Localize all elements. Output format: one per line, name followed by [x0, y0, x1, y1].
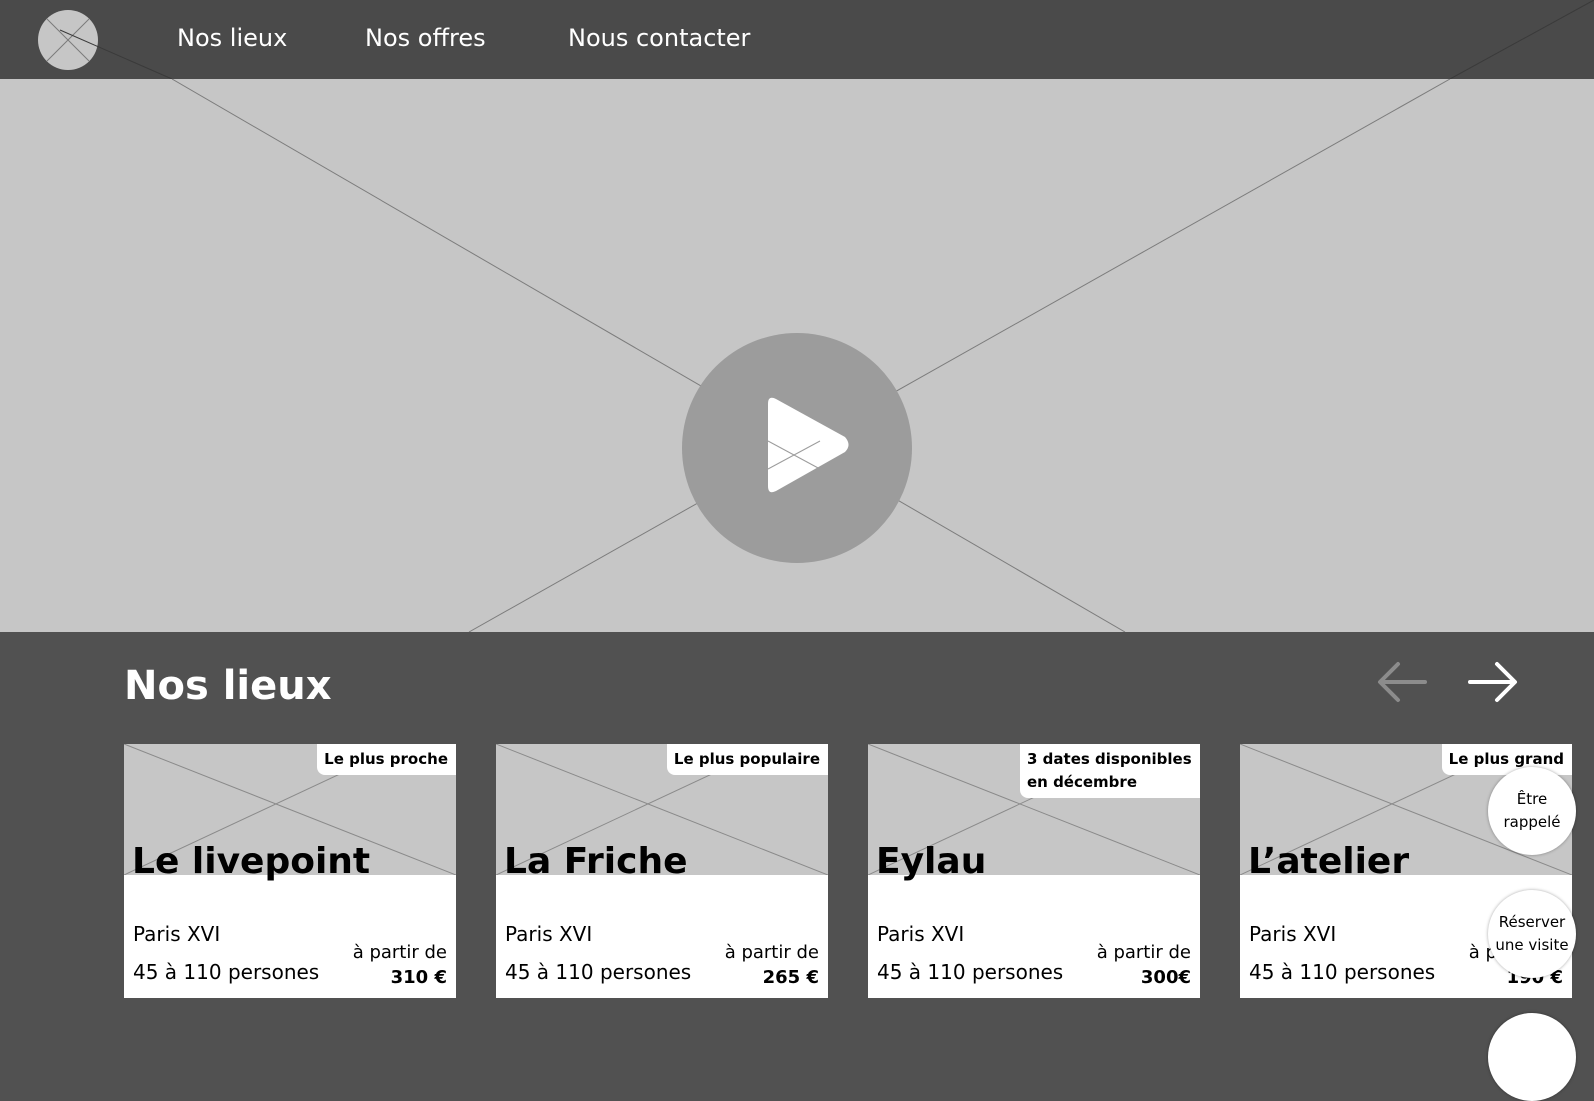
venue-capacity: 45 à 110 persones — [877, 960, 1064, 984]
venue-price: 310 € — [390, 967, 447, 988]
callback-request-label: Être rappelé — [1503, 790, 1561, 831]
venue-name: La Friche — [504, 841, 688, 882]
venue-badge: 3 dates disponibles en décembre — [1020, 744, 1200, 798]
venue-capacity: 45 à 110 persones — [133, 960, 320, 984]
floating-action-button[interactable] — [1488, 1013, 1576, 1101]
venue-price-prefix: à partir de — [724, 942, 819, 963]
logo-placeholder-icon[interactable] — [38, 10, 98, 70]
arrow-right-icon — [1468, 662, 1517, 702]
venue-card[interactable]: Le plus populaire La Friche Paris XVI 45… — [496, 744, 828, 998]
hero-video-placeholder — [0, 79, 1594, 632]
venue-name: Le livepoint — [132, 841, 371, 882]
venue-card[interactable]: 3 dates disponibles en décembre Eylau Pa… — [868, 744, 1200, 998]
section-title: Nos lieux — [124, 663, 332, 709]
book-visit-button[interactable]: Réserver une visite — [1488, 890, 1576, 978]
venue-badge: Le plus grand — [1441, 744, 1572, 775]
venue-card[interactable]: Le plus proche Le livepoint Paris XVI 45… — [124, 744, 456, 998]
play-icon — [767, 397, 849, 493]
callback-request-button[interactable]: Être rappelé — [1488, 767, 1576, 855]
venue-city: Paris XVI — [133, 922, 221, 946]
venue-name: Eylau — [876, 841, 987, 882]
carousel-prev-button[interactable] — [1374, 658, 1430, 706]
play-button[interactable] — [682, 333, 912, 563]
venue-city: Paris XVI — [1249, 922, 1337, 946]
venue-capacity: 45 à 110 persones — [505, 960, 692, 984]
venue-price: 300€ — [1140, 967, 1191, 988]
venue-price-prefix: à partir de — [1096, 942, 1191, 963]
venue-name: L’atelier — [1248, 841, 1410, 882]
carousel-next-button[interactable] — [1465, 658, 1521, 706]
venue-badge: Le plus proche — [317, 744, 456, 775]
venue-city: Paris XVI — [877, 922, 965, 946]
venue-price-prefix: à partir de — [352, 942, 447, 963]
top-navigation-bar: Nos lieux Nos offres Nous contacter — [0, 0, 1594, 79]
nav-link-nos-offres[interactable]: Nos offres — [365, 22, 486, 54]
arrow-left-icon — [1378, 662, 1427, 702]
nav-link-nos-lieux[interactable]: Nos lieux — [177, 22, 287, 54]
book-visit-label: Réserver une visite — [1495, 913, 1569, 954]
venue-badge: Le plus populaire — [666, 744, 828, 775]
venue-capacity: 45 à 110 persones — [1249, 960, 1436, 984]
venue-city: Paris XVI — [505, 922, 593, 946]
nav-link-nous-contacter[interactable]: Nous contacter — [568, 22, 750, 54]
venue-price: 265 € — [762, 967, 819, 988]
